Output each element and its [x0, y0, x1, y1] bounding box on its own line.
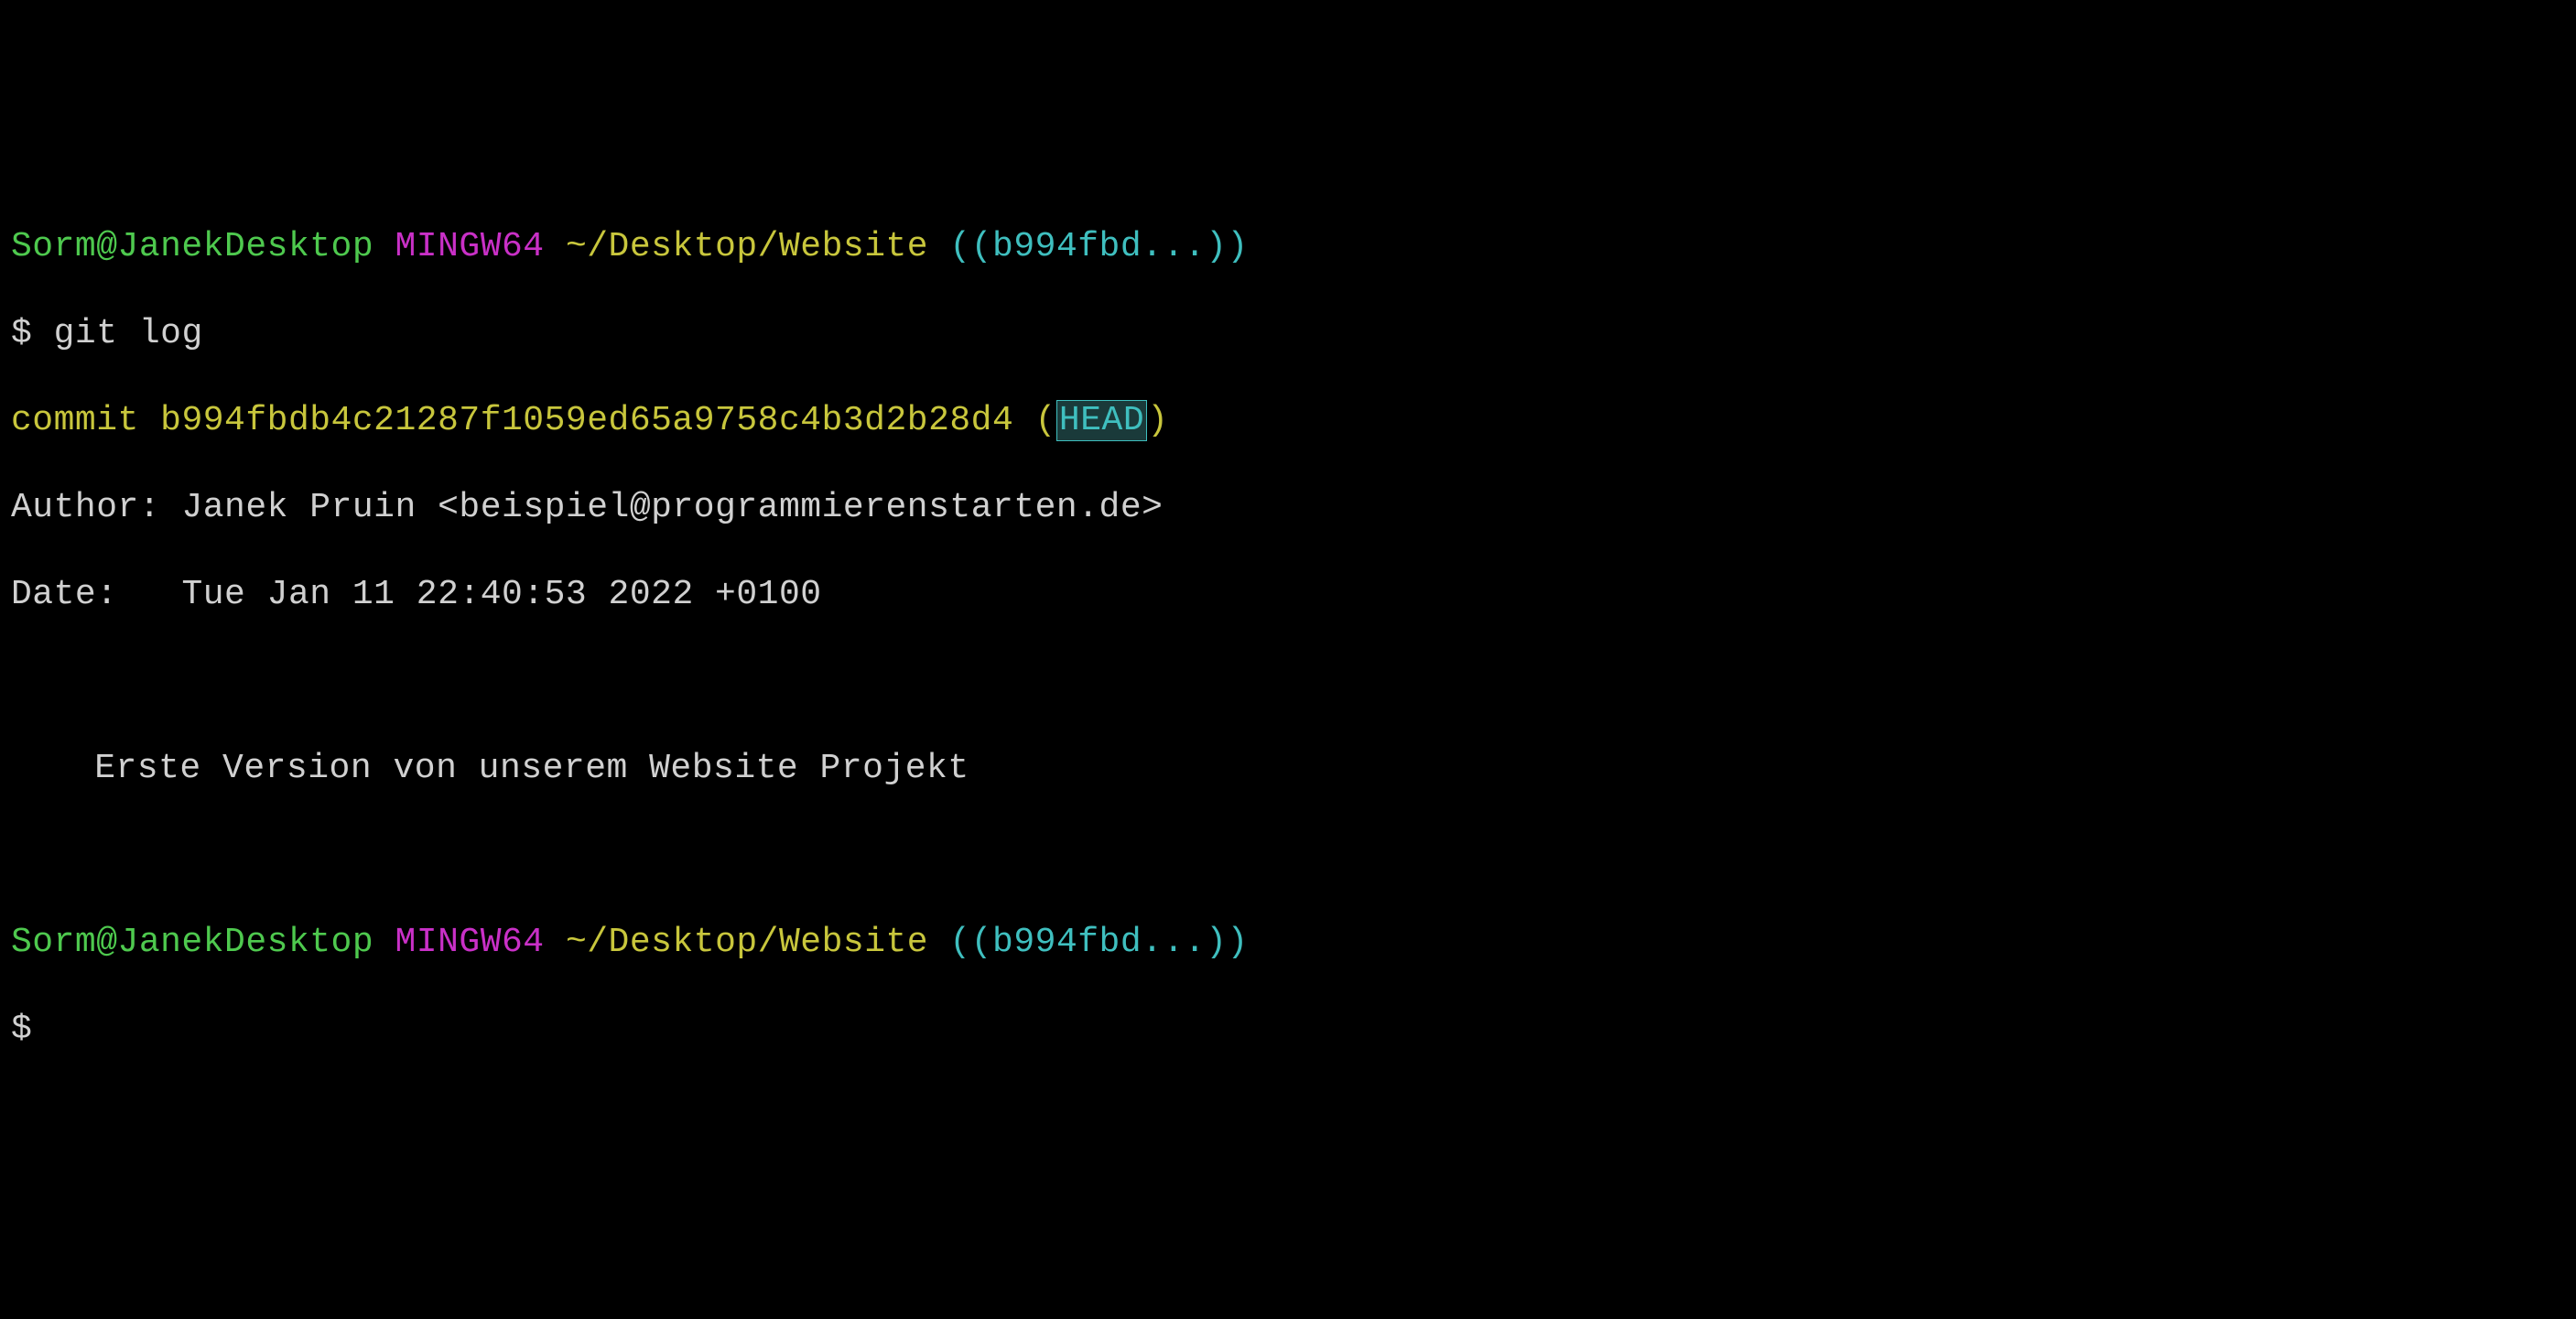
- ref-close: ): [1147, 401, 1168, 440]
- prompt-line-2: Sorm@JanekDesktop MINGW64 ~/Desktop/Webs…: [11, 921, 2565, 965]
- shell-env: MINGW64: [395, 227, 544, 266]
- prompt-symbol: $: [11, 314, 32, 353]
- blank-line-2: [11, 834, 2565, 878]
- terminal-window[interactable]: Sorm@JanekDesktop MINGW64 ~/Desktop/Webs…: [11, 181, 2565, 1095]
- date-label: Date:: [11, 575, 118, 614]
- author-label: Author:: [11, 488, 160, 527]
- commit-label: commit: [11, 401, 139, 440]
- git-command: git log: [54, 314, 203, 353]
- user-host: Sorm@JanekDesktop: [11, 227, 373, 266]
- head-ref: HEAD: [1056, 400, 1147, 441]
- blank-line-1: [11, 660, 2565, 704]
- author-email-open: <: [438, 488, 459, 527]
- author-email-close: >: [1142, 488, 1163, 527]
- commit-message: Erste Version von unserem Website Projek…: [11, 747, 2565, 791]
- shell-env: MINGW64: [395, 923, 544, 962]
- date-value: Tue Jan 11 22:40:53 2022 +0100: [181, 575, 821, 614]
- current-path: ~/Desktop/Website: [566, 923, 928, 962]
- prompt-symbol: $: [11, 1010, 32, 1049]
- commit-line: commit b994fbdb4c21287f1059ed65a9758c4b3…: [11, 399, 2565, 443]
- commit-hash: b994fbdb4c21287f1059ed65a9758c4b3d2b28d4: [160, 401, 1013, 440]
- current-path: ~/Desktop/Website: [566, 227, 928, 266]
- command-line: $ git log: [11, 312, 2565, 356]
- prompt-symbol-line[interactable]: $: [11, 1008, 2565, 1052]
- user-host: Sorm@JanekDesktop: [11, 923, 373, 962]
- branch-ref: ((b994fbd...)): [949, 923, 1248, 962]
- branch-ref: ((b994fbd...)): [949, 227, 1248, 266]
- author-name: Janek Pruin: [181, 488, 416, 527]
- author-line: Author: Janek Pruin <beispiel@programmie…: [11, 486, 2565, 530]
- prompt-line-1: Sorm@JanekDesktop MINGW64 ~/Desktop/Webs…: [11, 225, 2565, 269]
- author-email: beispiel@programmierenstarten.de: [459, 488, 1142, 527]
- date-line: Date: Tue Jan 11 22:40:53 2022 +0100: [11, 573, 2565, 617]
- ref-open: (: [1035, 401, 1056, 440]
